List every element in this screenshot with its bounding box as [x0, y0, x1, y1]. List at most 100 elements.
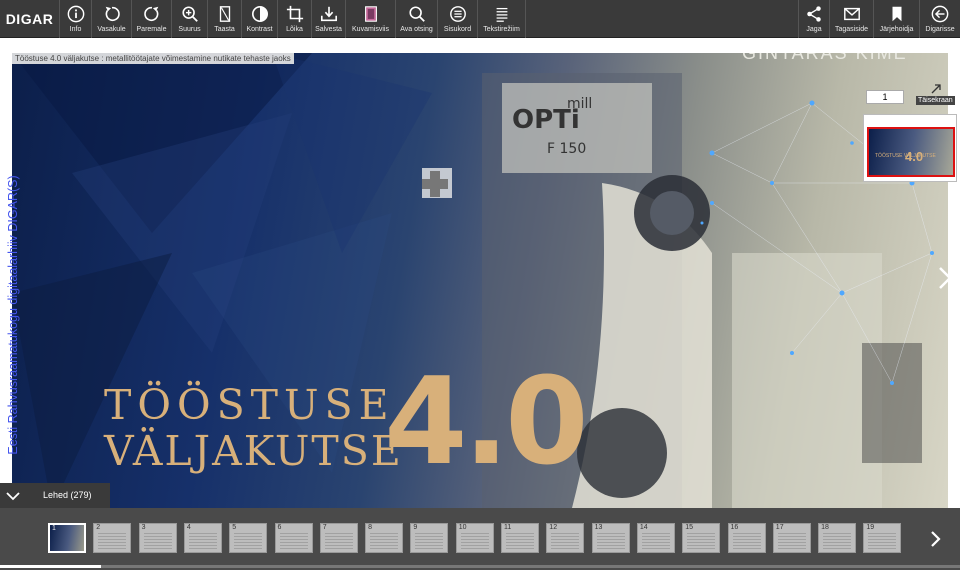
fullscreen-label: Täisekraan — [916, 96, 955, 105]
share-label: Jaga — [806, 26, 822, 33]
view-mode-icon — [364, 6, 377, 22]
page-thumbnail[interactable]: 14 — [636, 523, 675, 553]
thumbnail-preview — [324, 533, 353, 549]
page-image[interactable]: OPTi mill F 150 GINTARAS KIME TÖÖSTUSE V… — [12, 53, 948, 508]
thumbnail-preview — [506, 533, 534, 549]
next-page-button[interactable] — [930, 260, 960, 296]
page-thumbnail[interactable]: 6 — [274, 523, 313, 553]
page-thumbnail[interactable]: 17 — [772, 523, 811, 553]
scrollbar-thumb[interactable] — [0, 565, 101, 568]
download-icon — [320, 6, 337, 22]
chevron-right-icon — [939, 267, 952, 289]
chevron-right-icon — [931, 531, 941, 547]
thumbnail-scrollbar[interactable] — [0, 565, 960, 568]
bookmark-icon — [892, 6, 901, 22]
thumbnail-preview — [777, 533, 806, 549]
info-label: Info — [69, 26, 82, 33]
minimap-viewport[interactable]: TÖÖSTUSE VÄLJAKUTSE 4.0 — [867, 127, 955, 177]
page-thumbnail[interactable]: 16 — [727, 523, 766, 553]
page-thumbnail-number: 15 — [685, 524, 693, 531]
thumbnails-next-button[interactable] — [922, 524, 948, 554]
page-thumbnail[interactable]: 18 — [818, 523, 857, 553]
page-thumbnail[interactable]: 2 — [93, 523, 132, 553]
page-thumbnail[interactable]: 3 — [138, 523, 177, 553]
contents-button[interactable]: Sisukord — [438, 0, 478, 38]
minimap-number: 4.0 — [905, 149, 924, 164]
pages-panel-toggle[interactable]: Lehed (279) — [0, 483, 110, 508]
rotate-right-button[interactable]: Paremale — [132, 0, 172, 38]
share-button[interactable]: Jaga — [798, 0, 830, 38]
page-thumbnail[interactable]: 15 — [682, 523, 721, 553]
page-thumbnail[interactable]: 19 — [863, 523, 902, 553]
page-thumbnail[interactable]: 10 — [455, 523, 494, 553]
restore-button[interactable]: Taasta — [208, 0, 242, 38]
page-thumbnail[interactable]: 9 — [410, 523, 449, 553]
rotate-right-icon — [143, 6, 158, 22]
page-thumbnail[interactable]: 12 — [546, 523, 585, 553]
page-thumbnail-number: 12 — [549, 524, 558, 531]
page-thumbnail[interactable]: 11 — [501, 523, 539, 553]
contrast-label: Kontrast — [246, 26, 273, 33]
mail-icon — [843, 7, 860, 21]
cover-title-number: 4.0 — [384, 353, 589, 492]
thumbnail-preview — [415, 533, 444, 549]
chevron-down-icon — [6, 492, 20, 501]
brand-logo[interactable]: DIGAR — [0, 0, 60, 38]
text-mode-button[interactable]: Tekstirežiim — [478, 0, 526, 38]
page-thumbnail[interactable]: 8 — [365, 523, 404, 553]
thumbnail-preview — [143, 533, 172, 549]
rotate-left-icon — [105, 6, 120, 22]
zoom-in-icon — [181, 6, 198, 22]
rotate-left-button[interactable]: Vasakule — [92, 0, 132, 38]
watermark-label: Eesti Rahvusraamatukogu digitaalarhiiv D… — [6, 175, 20, 455]
contents-label: Sisukord — [443, 26, 472, 33]
info-icon — [67, 5, 84, 23]
thumbnail-preview — [279, 533, 308, 549]
thumbnail-preview — [234, 533, 263, 549]
restore-icon — [219, 6, 230, 22]
feedback-button[interactable]: Tagasiside — [830, 0, 874, 38]
page-thumbnail[interactable]: 7 — [319, 523, 358, 553]
save-button[interactable]: Salvesta — [312, 0, 346, 38]
thumbnail-preview — [370, 533, 399, 549]
share-icon — [807, 6, 821, 22]
page-thumbnail-number: 11 — [504, 524, 512, 531]
page-thumbnail-number: 5 — [232, 524, 237, 531]
page-thumbnail[interactable]: 5 — [229, 523, 268, 553]
contrast-button[interactable]: Kontrast — [242, 0, 278, 38]
page-number-input[interactable]: 1 — [866, 90, 904, 104]
page-thumbnail-number: 4 — [186, 524, 191, 531]
svg-text:F 150: F 150 — [547, 141, 586, 157]
view-mode-label: Kuvamisviis — [352, 26, 389, 33]
page-thumbnail-number: 16 — [730, 524, 739, 531]
bookmark-label: Järjehoidja — [879, 26, 914, 33]
view-mode-button[interactable]: Kuvamisviis — [346, 0, 396, 38]
page-thumbnail-number: 14 — [639, 524, 648, 531]
crop-label: Lõika — [286, 26, 303, 33]
bookmark-button[interactable]: Järjehoidja — [874, 0, 920, 38]
page-thumbnail[interactable]: 13 — [591, 523, 630, 553]
search-icon — [408, 6, 425, 22]
navigator-minimap[interactable]: TÖÖSTUSE VÄLJAKUTSE 4.0 — [863, 114, 957, 182]
back-icon — [931, 5, 949, 23]
contrast-icon — [251, 5, 268, 23]
thumbnail-preview — [551, 533, 580, 549]
cover-author: GINTARAS KIME — [742, 53, 908, 63]
thumbnail-preview — [188, 533, 217, 549]
page-thumbnail[interactable]: 1 — [48, 523, 86, 553]
document-viewer[interactable]: OPTi mill F 150 GINTARAS KIME TÖÖSTUSE V… — [0, 38, 960, 508]
open-search-button[interactable]: Ava otsing — [396, 0, 438, 38]
page-thumbnail-number: 18 — [821, 524, 829, 531]
restore-label: Taasta — [214, 26, 235, 33]
thumbnail-preview — [641, 533, 670, 549]
watermark-text: Eesti Rahvusraamatukogu digitaalarhiiv D… — [2, 130, 24, 500]
zoom-button[interactable]: Suurus — [172, 0, 208, 38]
back-to-digar-label: Digarisse — [925, 26, 955, 33]
rotate-right-label: Paremale — [136, 26, 167, 33]
info-button[interactable]: Info — [60, 0, 92, 38]
back-to-digar-button[interactable]: Digarisse — [920, 0, 960, 38]
thumbnail-preview — [687, 533, 716, 549]
crop-button[interactable]: Lõika — [278, 0, 312, 38]
page-thumbnail[interactable]: 4 — [183, 523, 222, 553]
cover-title-line2: VÄLJAKUTSE — [104, 427, 403, 475]
